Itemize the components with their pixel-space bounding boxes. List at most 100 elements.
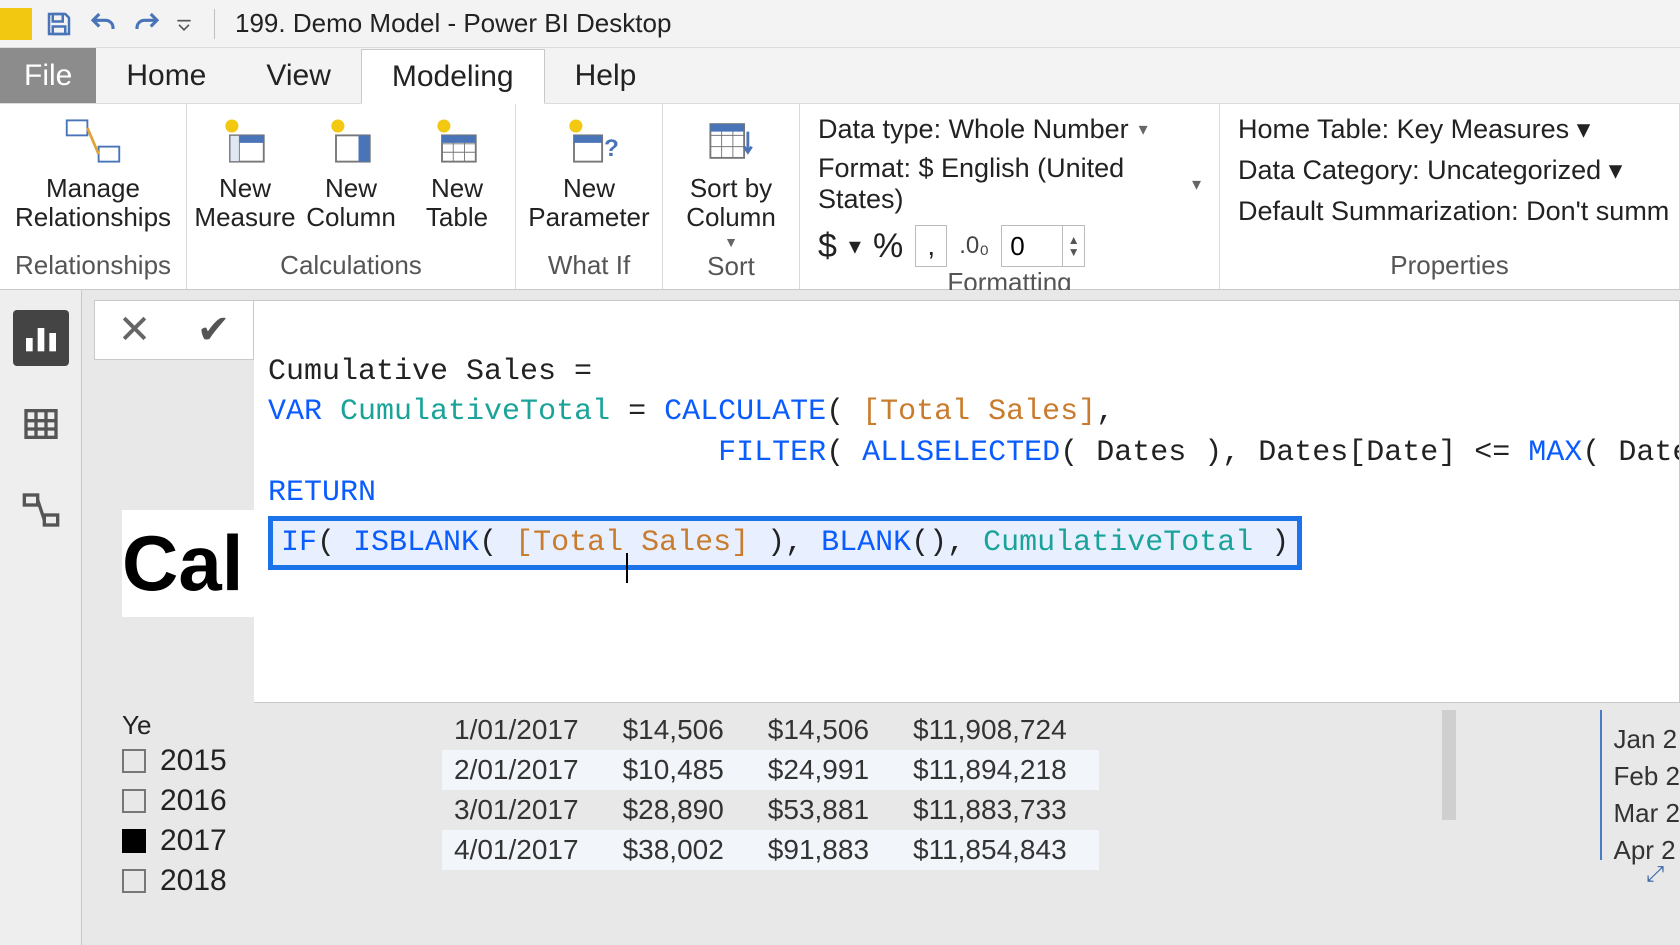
new-table-label: New Table [426,174,488,231]
group-label-whatif: What If [548,250,630,285]
home-table-label: Home Table: Key Measures [1238,114,1569,144]
decimal-icon: .0₀ [959,232,989,260]
scrollbar-thumb[interactable] [1442,710,1456,820]
cancel-formula-button[interactable]: ✕ [118,307,152,353]
formula-editor[interactable]: Cumulative Sales = VAR CumulativeTotal =… [254,300,1680,703]
month-item[interactable]: Mar 2 [1614,795,1680,832]
column-icon [319,112,383,170]
data-table[interactable]: 1/01/2017$14,506$14,506$11,908,7242/01/2… [442,710,1099,870]
table-cell: $53,881 [756,790,901,830]
default-summarization-dropdown[interactable]: Default Summarization: Don't summ [1238,196,1669,227]
group-calculations: New Measure New Column New Table Calcula… [187,104,516,289]
new-parameter-button[interactable]: ? New Parameter [524,110,654,231]
sort-by-column-button[interactable]: Sort by Column ▼ [671,110,791,251]
checkbox-icon[interactable] [122,789,146,813]
default-summarization-label: Default Summarization: Don't summ [1238,196,1669,226]
percent-button[interactable]: % [873,227,903,266]
new-parameter-label: New Parameter [528,174,649,231]
new-column-label: New Column [306,174,396,231]
commit-formula-button[interactable]: ✔ [197,307,231,353]
checkbox-icon[interactable] [122,869,146,893]
new-column-button[interactable]: New Column [301,110,401,231]
group-properties: Home Table: Key Measures ▾ Data Category… [1220,104,1680,289]
view-rail [0,290,82,945]
format-dropdown[interactable]: Format: $ English (United States) ▾ [818,153,1201,215]
formula-bar-buttons: ✕ ✔ [94,300,254,360]
tab-view[interactable]: View [236,48,360,103]
table-cell: $11,883,733 [901,790,1099,830]
group-whatif: ? New Parameter What If [516,104,663,289]
data-category-dropdown[interactable]: Data Category: Uncategorized ▾ [1238,155,1669,186]
new-table-button[interactable]: New Table [407,110,507,231]
formula-line-4: RETURN [268,476,376,510]
tab-home[interactable]: Home [96,48,236,103]
group-label-relationships: Relationships [15,250,171,285]
file-tab[interactable]: File [0,48,96,103]
table-row[interactable]: 1/01/2017$14,506$14,506$11,908,724 [442,710,1099,750]
thousands-separator-button[interactable]: , [915,225,947,267]
group-label-calculations: Calculations [280,250,422,285]
undo-icon[interactable] [86,7,120,41]
tab-help[interactable]: Help [545,48,667,103]
chevron-down-icon[interactable]: ▾ [849,232,861,261]
slicer-header: Ye [122,710,362,741]
table-cell: 3/01/2017 [442,790,611,830]
currency-button[interactable]: $ [818,227,837,266]
chevron-down-icon: ▾ [1577,114,1591,144]
table-row[interactable]: 4/01/2017$38,002$91,883$11,854,843 [442,830,1099,870]
model-view-button[interactable] [13,482,69,538]
parameter-icon: ? [557,112,621,170]
datatype-label: Data type: Whole Number [818,114,1129,145]
group-sort: Sort by Column ▼ Sort [663,104,800,289]
format-label: Format: $ English (United States) [818,153,1182,215]
group-relationships: Manage Relationships Relationships [0,104,187,289]
spinner-down-icon[interactable]: ▼ [1063,246,1084,258]
chevron-down-icon: ▾ [1139,119,1148,140]
table-cell: $11,908,724 [901,710,1099,750]
year-label: 2018 [160,864,227,898]
table-row[interactable]: 2/01/2017$10,485$24,991$11,894,218 [442,750,1099,790]
month-item[interactable]: Feb 2 [1614,758,1680,795]
formula-line-3: FILTER( ALLSELECTED( Dates ), Dates[Date… [268,436,1680,470]
decimal-places-spinner[interactable]: ▲▼ [1001,225,1085,267]
expand-arrow-icon[interactable]: ⤢ [1646,858,1664,890]
year-slicer-item[interactable]: 2017 [122,821,362,861]
new-measure-label: New Measure [194,174,295,231]
chevron-down-icon: ▼ [724,235,738,250]
table-icon [425,112,489,170]
title-separator [214,9,215,39]
table-row[interactable]: 3/01/2017$28,890$53,881$11,883,733 [442,790,1099,830]
year-slicer-item[interactable]: 2018 [122,861,362,901]
year-slicer-item[interactable]: 2015 [122,741,362,781]
datatype-dropdown[interactable]: Data type: Whole Number ▾ [818,114,1201,145]
year-label: 2016 [160,784,227,818]
table-cell: 1/01/2017 [442,710,611,750]
tab-modeling[interactable]: Modeling [361,49,545,104]
manage-relationships-button[interactable]: Manage Relationships [8,110,178,231]
report-view-button[interactable] [13,310,69,366]
table-cell: $91,883 [756,830,901,870]
ribbon: Manage Relationships Relationships New M… [0,104,1680,290]
window-title: 199. Demo Model - Power BI Desktop [235,8,671,39]
qat-dropdown-icon[interactable] [174,7,194,41]
redo-icon[interactable] [130,7,164,41]
data-view-button[interactable] [13,396,69,452]
title-bar: 199. Demo Model - Power BI Desktop [0,0,1680,48]
year-slicer[interactable]: Ye 2015 2016 2017 2018 [122,710,362,901]
chevron-down-icon: ▾ [1192,174,1201,195]
year-slicer-item[interactable]: 2016 [122,781,362,821]
home-table-dropdown[interactable]: Home Table: Key Measures ▾ [1238,114,1669,145]
checkbox-icon[interactable] [122,749,146,773]
year-label: 2017 [160,824,227,858]
new-measure-button[interactable]: New Measure [195,110,295,231]
text-caret [626,553,628,583]
lower-content-area: Ye 2015 2016 2017 2018 1/01/2017$14,506$14,… [122,710,1680,901]
save-icon[interactable] [42,7,76,41]
checkbox-icon[interactable] [122,829,146,853]
table-cell: 4/01/2017 [442,830,611,870]
decimal-places-input[interactable] [1002,226,1062,266]
year-label: 2015 [160,744,227,778]
measure-icon [213,112,277,170]
table-cell: 2/01/2017 [442,750,611,790]
month-item[interactable]: Jan 2 [1614,721,1680,758]
